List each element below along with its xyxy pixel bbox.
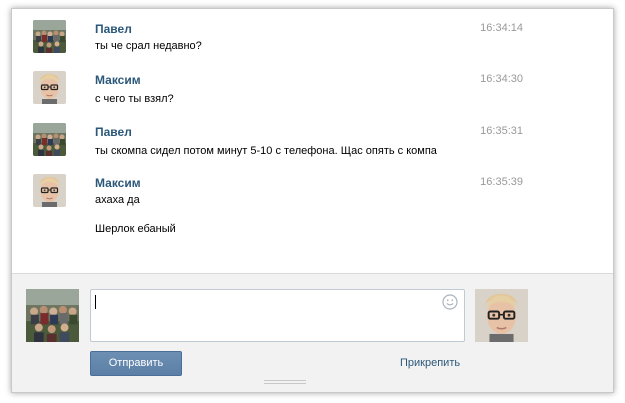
- message-text: ты че срал недавно?: [95, 40, 202, 52]
- message-input[interactable]: [90, 289, 465, 342]
- message-text: с чего ты взял?: [95, 93, 174, 105]
- resize-grip[interactable]: [264, 380, 306, 384]
- message-author[interactable]: Максим: [95, 176, 141, 190]
- message-item: Максим 16:35:39 ахаха да Шерлок ебаный: [12, 174, 613, 249]
- avatar[interactable]: [33, 174, 66, 207]
- message-history: Павел 16:34:14 ты че срал недавно? Макси…: [12, 9, 613, 273]
- message-item: Павел 16:35:31 ты скомпа сидел потом мин…: [12, 123, 613, 163]
- message-time: 16:34:30: [480, 73, 523, 85]
- avatar[interactable]: [33, 71, 66, 104]
- message-composer: Отправить Прикрепить: [12, 273, 613, 392]
- message-author[interactable]: Павел: [95, 125, 132, 139]
- avatar[interactable]: [26, 289, 79, 342]
- send-button[interactable]: Отправить: [90, 351, 182, 376]
- message-text: ахаха да: [95, 194, 140, 206]
- message-item: Максим 16:34:30 с чего ты взял?: [12, 71, 613, 111]
- avatar[interactable]: [33, 20, 66, 53]
- message-time: 16:35:31: [480, 125, 523, 137]
- avatar[interactable]: [33, 123, 66, 156]
- message-time: 16:35:39: [480, 176, 523, 188]
- avatar[interactable]: [475, 289, 528, 342]
- attach-link[interactable]: Прикрепить: [400, 357, 460, 369]
- message-author[interactable]: Максим: [95, 73, 141, 87]
- message-item: Павел 16:34:14 ты че срал недавно?: [12, 20, 613, 60]
- message-text: ты скомпа сидел потом минут 5-10 с телеф…: [95, 145, 437, 157]
- message-text: Шерлок ебаный: [95, 223, 176, 235]
- text-caret: [95, 295, 96, 309]
- dialog-window: Павел 16:34:14 ты че срал недавно? Макси…: [11, 8, 614, 393]
- smile-icon[interactable]: [442, 294, 458, 310]
- message-time: 16:34:14: [480, 22, 523, 34]
- message-author[interactable]: Павел: [95, 22, 132, 36]
